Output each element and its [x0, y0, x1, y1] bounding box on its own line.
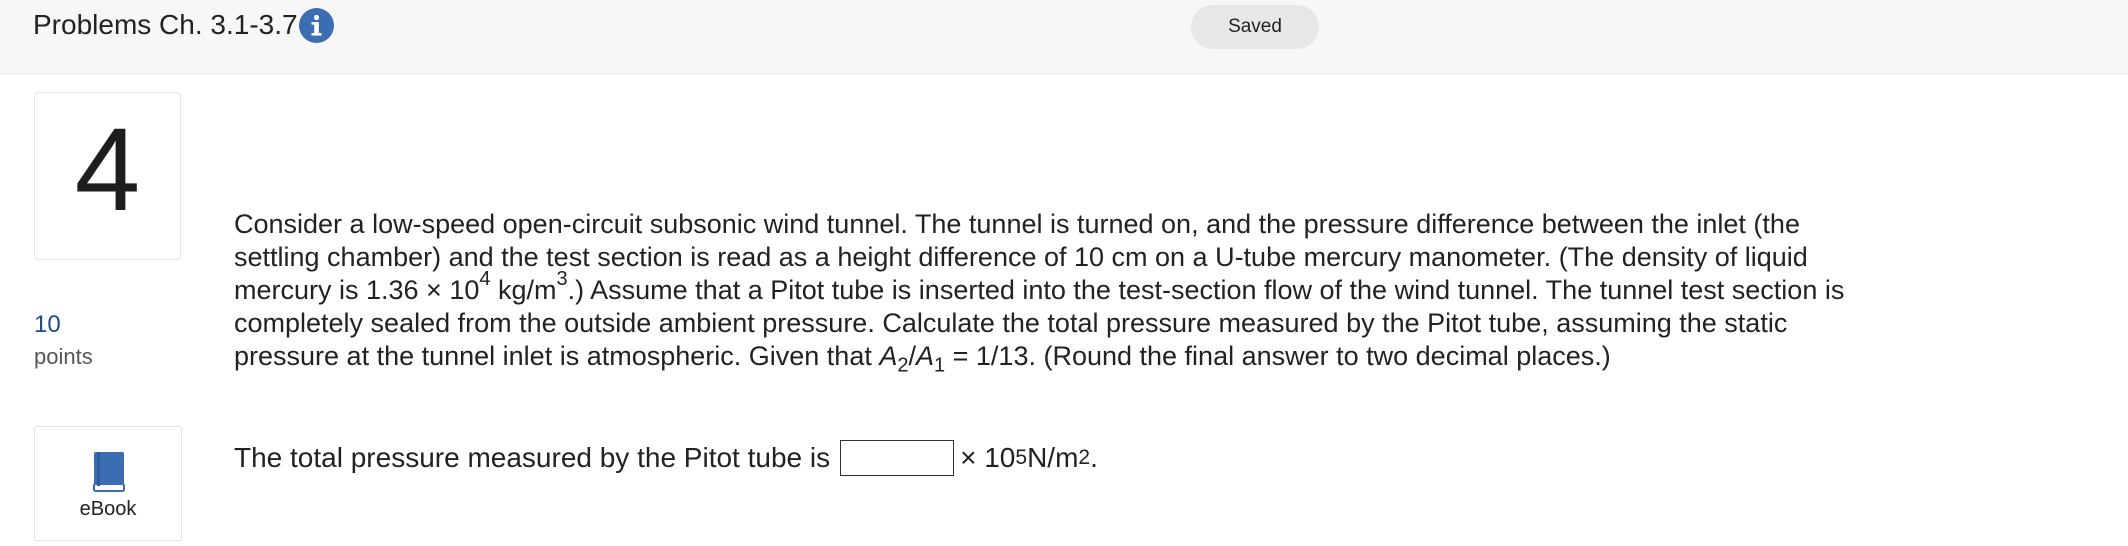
answer-prefix: The total pressure measured by the Pitot…	[234, 442, 831, 473]
question-line: mercury is 1.36 × 104 kg/m3.) Assume tha…	[234, 268, 1845, 305]
saved-status: Saved	[1191, 5, 1319, 49]
question-text: Consider a low-speed open-circuit subson…	[234, 208, 1974, 377]
question-line: Consider a low-speed open-circuit subson…	[234, 209, 1800, 239]
question-line: completely sealed from the outside ambie…	[234, 308, 1788, 338]
info-icon[interactable]	[299, 8, 334, 43]
ebook-button[interactable]: eBook	[34, 426, 182, 541]
book-icon	[93, 452, 125, 492]
points-label: points	[34, 344, 93, 369]
question-line: pressure at the tunnel inlet is atmosphe…	[234, 341, 1611, 377]
answer-times: × 10	[960, 442, 1016, 473]
question-line: settling chamber) and the test section i…	[234, 242, 1808, 272]
answer-input[interactable]	[840, 440, 955, 476]
answer-line: The total pressure measured by the Pitot…	[234, 438, 1098, 478]
top-bar: Problems Ch. 3.1-3.7 Saved	[0, 0, 2128, 74]
points-value: 10	[34, 311, 61, 338]
question-number-box: 4	[34, 92, 181, 260]
ebook-label: eBook	[79, 498, 137, 520]
assignment-title: Problems Ch. 3.1-3.7	[33, 9, 298, 40]
answer-unit: N/m	[1027, 442, 1079, 473]
question-number: 4	[74, 104, 141, 236]
answer-end: .	[1090, 442, 1098, 473]
